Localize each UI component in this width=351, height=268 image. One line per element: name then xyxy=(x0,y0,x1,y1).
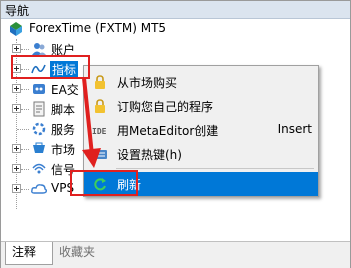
expand-toggle-icon[interactable] xyxy=(12,44,21,53)
menu-item-label: 从市场购买 xyxy=(117,76,178,90)
menu-item-create-metaeditor[interactable]: IDE 用MetaEditor创建 Insert xyxy=(84,118,318,142)
expand-toggle-icon[interactable] xyxy=(12,164,21,173)
tree-item-label: 服务 xyxy=(51,123,76,137)
signal-icon xyxy=(32,163,46,174)
menu-item-label: 用MetaEditor创建 xyxy=(117,124,219,138)
metaeditor-icon: IDE xyxy=(92,127,107,136)
menu-item-label: 设置热键(h) xyxy=(117,148,182,162)
panel-titlebar[interactable]: 导航 xyxy=(1,1,350,19)
menu-item-order-program[interactable]: 订购您自己的程序 xyxy=(84,94,318,118)
tree-item-label: 账户 xyxy=(51,43,76,57)
tree-item-label: 市场 xyxy=(51,143,76,157)
expand-toggle-icon[interactable] xyxy=(12,184,21,193)
menu-item-shortcut: Insert xyxy=(277,122,312,136)
context-menu: 从市场购买 订购您自己的程序 IDE 用MetaEditor创建 Insert … xyxy=(83,65,319,197)
keyboard-icon xyxy=(93,150,107,159)
menu-item-label: 订购您自己的程序 xyxy=(117,100,214,114)
lock-icon xyxy=(95,99,105,113)
tree-item-label: EA交 xyxy=(51,83,79,97)
menu-item-buy-from-market[interactable]: 从市场购买 xyxy=(84,70,318,94)
expand-toggle-icon[interactable] xyxy=(12,104,21,113)
tree-item-label: 指标 xyxy=(50,61,79,78)
tab-comments[interactable]: 注释 xyxy=(5,242,53,265)
svg-text:IDE: IDE xyxy=(92,127,107,136)
tab-favorites[interactable]: 收藏夹 xyxy=(53,242,101,264)
tree-root[interactable]: ForexTime (FXTM) MT5 xyxy=(1,19,350,39)
expert-icon xyxy=(33,84,45,94)
tree-item-accounts[interactable]: 账户 xyxy=(1,39,350,59)
script-icon xyxy=(33,101,45,117)
bottom-tabs: 注释 收藏夹 xyxy=(1,241,350,268)
tree-item-label: VPS xyxy=(51,181,75,195)
expand-toggle-icon[interactable] xyxy=(12,84,21,93)
tree-item-label: 信号 xyxy=(51,163,76,177)
mt5-icon xyxy=(10,22,22,36)
menu-item-refresh[interactable]: 刷新 xyxy=(84,172,318,196)
refresh-icon xyxy=(94,178,106,191)
tree-item-label: 脚本 xyxy=(51,103,76,117)
tree-root-label: ForexTime (FXTM) MT5 xyxy=(29,21,167,35)
expand-toggle-icon[interactable] xyxy=(12,64,21,73)
menu-item-label: 刷新 xyxy=(117,178,142,192)
expand-toggle-icon[interactable] xyxy=(12,144,21,153)
menu-separator xyxy=(116,168,314,169)
indicator-icon xyxy=(31,64,46,74)
menu-item-set-hotkey[interactable]: 设置热键(h) xyxy=(84,142,318,166)
lock-icon xyxy=(95,75,105,89)
vps-icon xyxy=(31,184,48,194)
market-icon xyxy=(33,142,45,153)
accounts-icon xyxy=(32,43,46,55)
service-icon xyxy=(32,122,46,136)
panel-title: 导航 xyxy=(5,4,30,18)
